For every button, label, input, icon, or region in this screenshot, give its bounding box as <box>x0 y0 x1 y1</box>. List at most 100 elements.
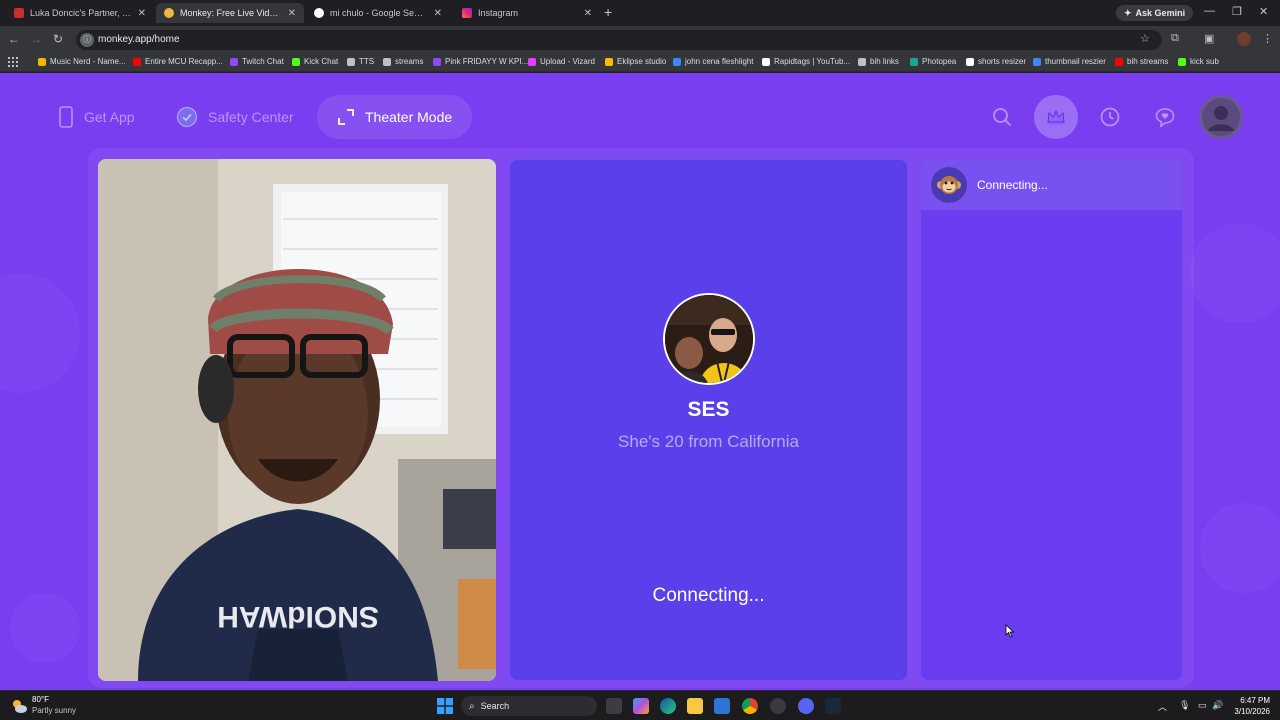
network-icon[interactable]: ▭ <box>1198 700 1207 711</box>
profile-avatar-icon[interactable] <box>1237 32 1251 46</box>
theater-mode-button[interactable]: Theater Mode <box>317 95 473 139</box>
chat-connection-status: Connecting... <box>977 178 1048 192</box>
search-button[interactable] <box>980 95 1024 139</box>
bookmark-label: bih streams <box>1127 57 1169 66</box>
bookmark-label: Entire MCU Recapp... <box>145 57 223 66</box>
instagram-favicon-icon <box>462 8 472 18</box>
forward-arrow-icon[interactable]: → <box>30 32 42 46</box>
edge-icon[interactable] <box>660 698 676 714</box>
taskbar-search[interactable]: ⌕ Search <box>461 696 597 716</box>
monkey-app-page: Get App Safety Center Theater Mode SNOId… <box>0 73 1280 690</box>
bookmark-item[interactable]: Music Nerd - Name... <box>38 57 126 66</box>
expand-icon <box>338 109 354 125</box>
microphone-icon[interactable]: 🎙 <box>1179 700 1190 711</box>
bookmark-label: Music Nerd - Name... <box>50 57 126 66</box>
tab-instagram[interactable]: Instagram ✕ <box>454 3 600 23</box>
peer-subtitle: She's 20 from California <box>618 432 799 451</box>
user-avatar[interactable] <box>1199 95 1243 139</box>
bookmark-item[interactable]: Photopea <box>910 57 956 66</box>
bookmark-item[interactable]: TTS <box>347 57 374 66</box>
obs-icon[interactable] <box>770 698 786 714</box>
theater-mode-label: Theater Mode <box>365 109 453 125</box>
get-app-button[interactable]: Get App <box>38 95 155 139</box>
bookmark-item[interactable]: Twitch Chat <box>230 57 284 66</box>
taskbar-clock[interactable]: 6:47 PM 3/10/2026 <box>1226 695 1270 717</box>
weather-description: Partly sunny <box>32 706 77 715</box>
history-button[interactable] <box>1088 95 1132 139</box>
copilot-icon[interactable] <box>633 698 649 714</box>
file-explorer-icon[interactable] <box>687 698 703 714</box>
bookmark-star-icon[interactable]: ☆ <box>1140 32 1150 45</box>
address-bar[interactable] <box>76 30 1162 50</box>
bookmark-item[interactable]: john cena fleshlight <box>673 57 754 66</box>
back-arrow-icon[interactable]: ← <box>8 32 20 46</box>
bookmark-item[interactable]: bih links <box>858 57 899 66</box>
bookmark-item[interactable]: Kick Chat <box>292 57 338 66</box>
google-favicon-icon <box>314 8 324 18</box>
ask-gemini-button[interactable]: ✦ Ask Gemini <box>1116 5 1194 21</box>
bookmark-favicon-icon <box>858 57 866 66</box>
bookmark-item[interactable]: Rapidtags | YouTub... <box>762 57 850 66</box>
phone-icon <box>59 106 73 128</box>
tab-label: Instagram <box>478 8 519 18</box>
windows-start-icon[interactable] <box>437 698 453 714</box>
bookmark-item[interactable]: bih streams <box>1115 57 1168 66</box>
bookmark-favicon-icon <box>347 57 355 66</box>
bookmark-item[interactable]: Upload - Vizard <box>528 57 595 66</box>
safety-center-label: Safety Center <box>208 109 294 125</box>
minimize-icon[interactable]: — <box>1204 5 1215 17</box>
bookmark-favicon-icon <box>1115 57 1123 66</box>
steam-icon[interactable] <box>825 698 841 714</box>
chevron-up-icon[interactable]: ︿ <box>1158 700 1167 713</box>
menu-dots-icon[interactable]: ⋮ <box>1262 32 1273 45</box>
side-panel-icon[interactable]: ▣ <box>1204 32 1214 45</box>
bookmark-label: Rapidtags | YouTub... <box>774 57 851 66</box>
search-label: Search <box>480 701 510 711</box>
url-text[interactable]: monkey.app/home <box>98 34 180 45</box>
close-icon[interactable]: ✕ <box>434 8 442 19</box>
bookmark-item[interactable]: kick sub <box>1178 57 1219 66</box>
bookmark-item[interactable]: Entire MCU Recapp... <box>133 57 223 66</box>
close-icon[interactable]: ✕ <box>138 8 146 19</box>
avatar-icon <box>1202 98 1240 136</box>
tab-favicon-icon <box>14 8 24 18</box>
apps-grid-icon[interactable] <box>8 57 18 67</box>
tab-monkey[interactable]: Monkey: Free Live Video Ch... ✕ <box>156 3 304 23</box>
bookmark-item[interactable]: Eklipse studio <box>605 57 666 66</box>
task-view-icon[interactable] <box>606 698 622 714</box>
bookmark-label: streams <box>395 57 424 66</box>
search-icon <box>993 108 1012 127</box>
chrome-icon[interactable] <box>742 698 758 714</box>
tab-luka-doncic[interactable]: Luka Doncic's Partner, Anamari... ✕ <box>6 3 154 23</box>
bookmark-favicon-icon <box>910 57 918 66</box>
premium-button[interactable] <box>1034 95 1078 139</box>
reload-icon[interactable]: ↻ <box>53 32 63 46</box>
volume-icon[interactable]: 🔊 <box>1212 700 1223 711</box>
bookmark-label: Twitch Chat <box>242 57 284 66</box>
monkey-icon <box>931 167 967 203</box>
bookmark-item[interactable]: Pink FRIDAYY W KPI... <box>433 57 528 66</box>
close-icon[interactable]: ✕ <box>288 8 296 19</box>
messages-button[interactable] <box>1143 95 1187 139</box>
new-tab-button[interactable]: + <box>604 4 612 20</box>
maximize-icon[interactable]: ❐ <box>1232 5 1242 18</box>
chat-header: Connecting... <box>921 160 1182 210</box>
close-icon[interactable]: ✕ <box>584 8 592 19</box>
webcam-image: SNOIdWAH <box>98 159 496 681</box>
microsoft-store-icon[interactable] <box>714 698 730 714</box>
bookmark-item[interactable]: thumbnail reszier <box>1033 57 1106 66</box>
background-bubble <box>1200 503 1280 593</box>
safety-center-button[interactable]: Safety Center <box>156 95 314 139</box>
tab-google-search[interactable]: mi chulo - Google Search ✕ <box>306 3 450 23</box>
weather-cloud-sun-icon[interactable] <box>10 698 28 714</box>
bookmark-label: thumbnail reszier <box>1045 57 1106 66</box>
bookmark-favicon-icon <box>38 57 46 66</box>
site-info-icon[interactable]: ⓘ <box>80 33 94 47</box>
bookmark-label: Kick Chat <box>304 57 339 66</box>
extensions-icon[interactable]: ⧉ <box>1171 32 1179 45</box>
bookmark-item[interactable]: shorts resizer <box>966 57 1026 66</box>
window-close-icon[interactable]: ✕ <box>1259 5 1268 18</box>
bookmark-item[interactable]: streams <box>383 57 423 66</box>
discord-icon[interactable] <box>798 698 814 714</box>
peer-avatar-image <box>665 295 753 383</box>
